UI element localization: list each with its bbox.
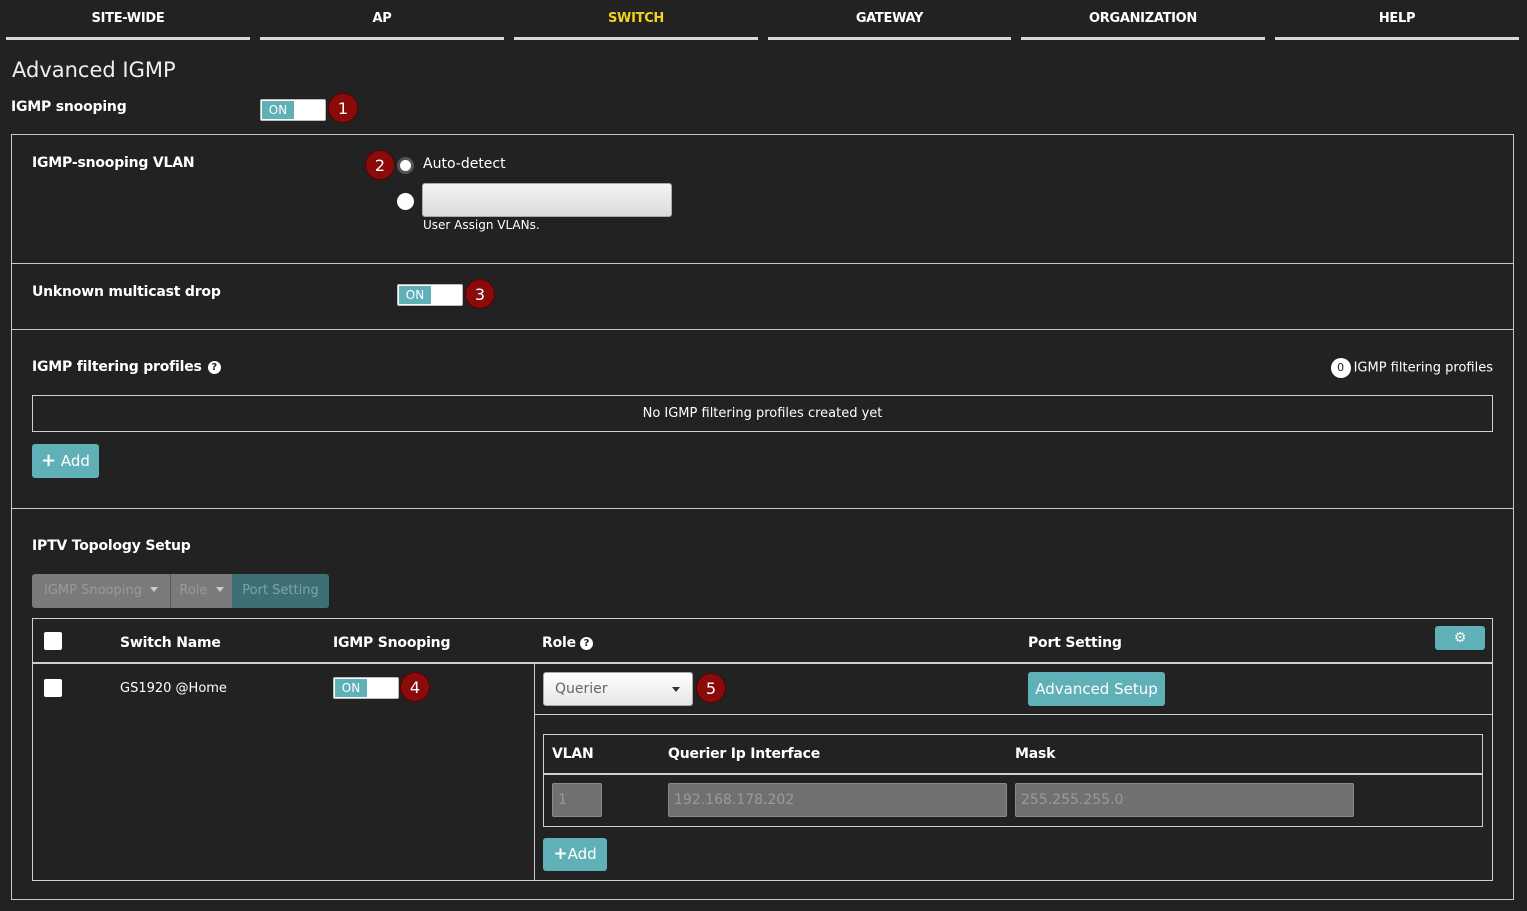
add-label: Add xyxy=(60,452,90,470)
multicast-label: Unknown multicast drop xyxy=(32,284,221,300)
multicast-drop-toggle[interactable]: ON xyxy=(397,284,463,306)
callout-badge: 2 xyxy=(365,150,395,180)
vlan-field[interactable]: 1 xyxy=(552,783,602,817)
role-select-value: Querier xyxy=(555,681,608,697)
callout-badge: 3 xyxy=(465,279,495,309)
role-dropdown[interactable]: Role xyxy=(170,574,232,608)
toggle-on-label: ON xyxy=(335,679,367,697)
tab-ap[interactable]: AP xyxy=(260,0,504,40)
col-switch-name: Switch Name xyxy=(120,635,221,651)
callout-badge: 1 xyxy=(328,93,358,123)
col-port-setting: Port Setting xyxy=(1028,635,1122,651)
querier-header-divider xyxy=(544,773,1482,775)
vlan-input[interactable] xyxy=(422,183,672,217)
col-mask: Mask xyxy=(1015,746,1056,762)
col-querier-ip: Querier Ip Interface xyxy=(668,746,821,762)
column-divider xyxy=(534,663,535,880)
iptv-label: IPTV Topology Setup xyxy=(32,538,191,554)
tab-organization[interactable]: ORGANIZATION xyxy=(1021,0,1265,40)
filtering-count-label: IGMP filtering profiles xyxy=(1353,360,1493,376)
tab-site-wide[interactable]: SITE-WIDE xyxy=(6,0,250,40)
radio-user-assign[interactable] xyxy=(397,193,414,210)
plus-icon: + xyxy=(553,844,568,864)
port-setting-label: Port Setting xyxy=(242,583,319,598)
plus-icon: + xyxy=(41,450,57,471)
tab-gateway[interactable]: GATEWAY xyxy=(768,0,1011,40)
count-badge: 0 xyxy=(1330,358,1351,378)
add-querier-button[interactable]: +Add xyxy=(543,838,607,871)
tab-help[interactable]: HELP xyxy=(1275,0,1519,40)
column-settings-button[interactable]: ⚙ xyxy=(1435,626,1485,650)
add-label: Add xyxy=(567,845,597,863)
igmp-snooping-dropdown[interactable]: IGMP Snooping xyxy=(32,574,170,608)
switch-name: GS1920 @Home xyxy=(120,681,227,696)
role-select[interactable]: Querier xyxy=(543,672,693,706)
page-title: Advanced IGMP xyxy=(12,58,176,82)
row-divider xyxy=(535,714,1492,715)
col-igmp-snooping: IGMP Snooping xyxy=(333,635,451,651)
add-profile-button[interactable]: + Add xyxy=(32,444,99,478)
callout-badge: 5 xyxy=(696,673,726,703)
chevron-down-icon xyxy=(150,587,158,592)
igmp-snooping-dropdown-label: IGMP Snooping xyxy=(44,583,142,598)
querier-ip-field[interactable]: 192.168.178.202 xyxy=(668,783,1007,817)
toggle-on-label: ON xyxy=(262,101,294,119)
tab-switch[interactable]: SWITCH xyxy=(514,0,758,40)
table-header-divider xyxy=(33,662,1492,664)
multicast-panel xyxy=(11,263,1514,330)
chevron-down-icon xyxy=(672,687,680,692)
igmp-snooping-label: IGMP snooping xyxy=(11,99,127,115)
vlan-helper-text: User Assign VLANs. xyxy=(423,218,540,232)
port-setting-button[interactable]: Port Setting xyxy=(232,574,329,608)
col-role: Role? xyxy=(542,635,593,651)
advanced-setup-button[interactable]: Advanced Setup xyxy=(1028,672,1165,706)
col-vlan: VLAN xyxy=(552,746,594,762)
igmp-snooping-toggle[interactable]: ON xyxy=(260,99,326,121)
vlan-label: IGMP-snooping VLAN xyxy=(32,155,195,171)
mask-field[interactable]: 255.255.255.0 xyxy=(1015,783,1354,817)
row-checkbox[interactable] xyxy=(44,679,62,697)
radio-auto-detect[interactable] xyxy=(397,157,414,174)
chevron-down-icon xyxy=(215,587,224,592)
help-icon[interactable]: ? xyxy=(207,360,221,374)
role-dropdown-label: Role xyxy=(179,583,208,598)
filtering-empty-box: No IGMP filtering profiles created yet xyxy=(32,395,1493,432)
vlan-panel xyxy=(11,134,1514,264)
select-all-checkbox[interactable] xyxy=(44,632,62,650)
auto-detect-label: Auto-detect xyxy=(423,156,506,172)
callout-badge: 4 xyxy=(400,672,430,702)
row-igmp-toggle[interactable]: ON xyxy=(333,677,399,699)
empty-message: No IGMP filtering profiles created yet xyxy=(642,406,883,421)
help-icon[interactable]: ? xyxy=(579,636,593,650)
role-header-label: Role xyxy=(542,635,576,651)
filtering-heading: IGMP filtering profiles? xyxy=(32,359,221,375)
gear-icon: ⚙ xyxy=(1453,630,1467,646)
filtering-label: IGMP filtering profiles xyxy=(32,359,202,375)
toggle-on-label: ON xyxy=(399,286,431,304)
filtering-count: 0 IGMP filtering profiles xyxy=(1330,358,1493,378)
